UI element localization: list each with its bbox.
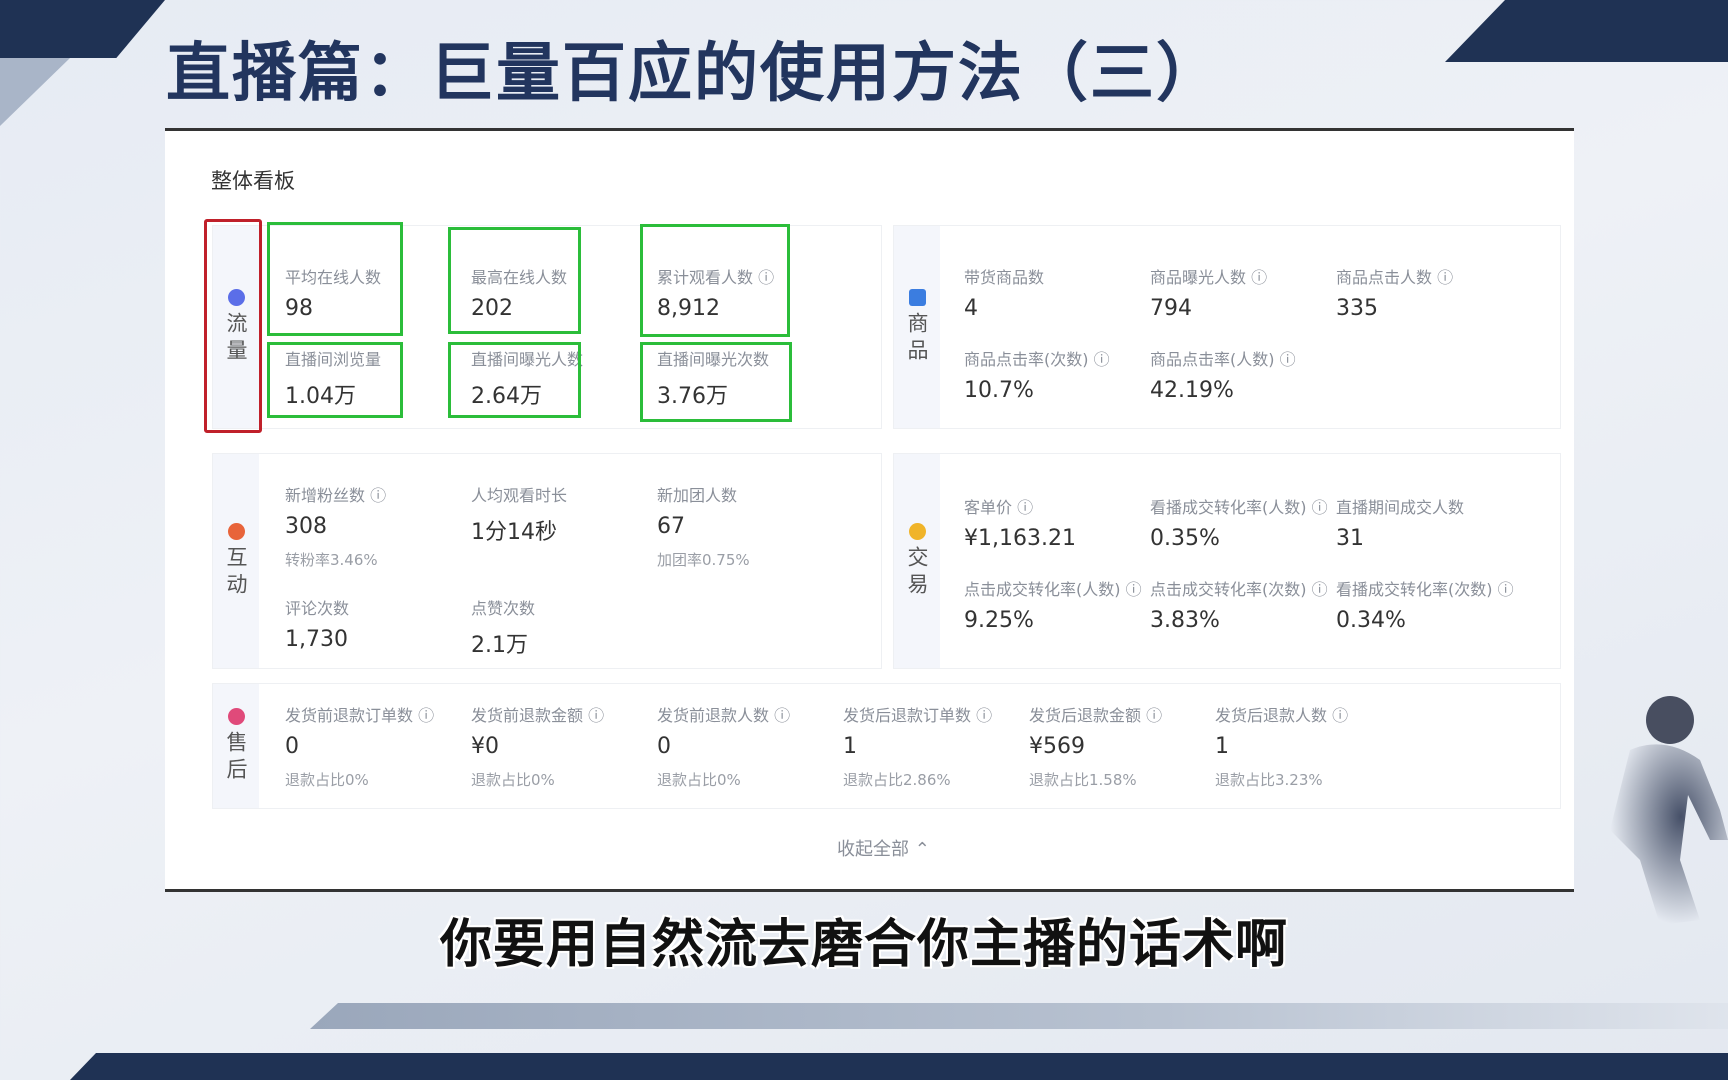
aftersale-panel: 售后 发货前退款订单数 ⓘ 0 退款占比0% 发货前退款金额 ⓘ ¥0 退款占比0% 发… <box>212 683 1561 809</box>
category-label: 售后 <box>224 730 248 785</box>
product-category: 商品 <box>894 226 940 428</box>
category-label: 商品 <box>905 311 929 366</box>
aftersale-category: 售后 <box>213 684 259 808</box>
collapse-all-button[interactable]: 收起全部 ⌃ <box>837 835 930 861</box>
metric-refund-users-before: 发货前退款人数 ⓘ 0 退款占比0% <box>657 706 791 789</box>
metric-new-group: 新加团人数 67 加团率0.75% <box>657 486 750 569</box>
interaction-panel: 互动 新增粉丝数 ⓘ 308 转粉率3.46% 人均观看时长 1分14秒 新加团人数 6… <box>212 453 882 669</box>
metric-click-conversion-count: 点击成交转化率(次数) ⓘ 3.83% <box>1150 580 1328 633</box>
trade-icon <box>908 522 926 540</box>
dashboard-screenshot: 整体看板 流量 平均在线人数 98 最高在线人数 202 累计观看人数 ⓘ 8,912… <box>165 128 1574 892</box>
category-label: 交易 <box>905 545 929 600</box>
metric-product-count: 带货商品数 4 <box>964 268 1045 321</box>
metric-ctr-users: 商品点击率(人数) ⓘ 42.19% <box>1150 350 1296 403</box>
metric-ctr-count: 商品点击率(次数) ⓘ 10.7% <box>964 350 1110 403</box>
skier-image <box>1610 696 1728 925</box>
metric-refund-orders-before: 发货前退款订单数 ⓘ 0 退款占比0% <box>285 706 435 789</box>
metric-product-exposure: 商品曝光人数 ⓘ 794 <box>1150 268 1268 321</box>
trade-panel: 交易 客单价 ⓘ ¥1,163.21 看播成交转化率(人数) ⓘ 0.35% 直播期… <box>893 453 1561 669</box>
metric-new-followers: 新增粉丝数 ⓘ 308 转粉率3.46% <box>285 486 387 569</box>
metric-comments: 评论次数 1,730 <box>285 599 350 652</box>
interaction-icon <box>227 522 245 540</box>
metric-product-clicks: 商品点击人数 ⓘ 335 <box>1336 268 1454 321</box>
product-panel: 商品 带货商品数 4 商品曝光人数 ⓘ 794 商品点击人数 ⓘ 335 商品点击率(… <box>893 225 1561 429</box>
metric-refund-users-after: 发货后退款人数 ⓘ 1 退款占比3.23% <box>1215 706 1349 789</box>
metric-avg-watch-time: 人均观看时长 1分14秒 <box>471 486 568 545</box>
product-icon <box>908 288 926 306</box>
highlight-box <box>640 342 792 422</box>
bottom-stripe <box>310 1003 1728 1029</box>
highlight-box <box>448 227 581 334</box>
metric-click-conversion-users: 点击成交转化率(人数) ⓘ 9.25% <box>964 580 1142 633</box>
subtitle-caption: 你要用自然流去磨合你主播的话术啊 <box>439 915 1288 975</box>
aftersale-icon <box>227 707 245 725</box>
interaction-category: 互动 <box>213 454 259 668</box>
metric-view-conversion-count: 看播成交转化率(次数) ⓘ 0.34% <box>1336 580 1514 633</box>
metric-view-conversion-users: 看播成交转化率(人数) ⓘ 0.35% <box>1150 498 1328 551</box>
corner-decoration <box>0 58 70 126</box>
bottom-stripe <box>70 1053 1728 1080</box>
highlight-box <box>640 224 790 337</box>
metric-likes: 点赞次数 2.1万 <box>471 599 536 658</box>
highlight-box <box>448 342 581 418</box>
corner-decoration <box>1445 0 1728 62</box>
slide-title: 直播篇：巨量百应的使用方法（三） <box>166 37 1222 111</box>
highlight-box <box>267 222 403 336</box>
metric-refund-amount-before: 发货前退款金额 ⓘ ¥0 退款占比0% <box>471 706 605 789</box>
metric-refund-orders-after: 发货后退款订单数 ⓘ 1 退款占比2.86% <box>843 706 993 789</box>
category-label: 互动 <box>224 545 248 600</box>
corner-decoration <box>0 0 166 58</box>
metric-unit-price: 客单价 ⓘ ¥1,163.21 <box>964 498 1076 551</box>
metric-refund-amount-after: 发货后退款金额 ⓘ ¥569 退款占比1.58% <box>1029 706 1163 789</box>
traffic-highlight-box <box>204 219 262 433</box>
metric-buyers: 直播期间成交人数 31 <box>1336 498 1465 551</box>
highlight-box <box>267 342 403 418</box>
trade-category: 交易 <box>894 454 940 668</box>
board-title: 整体看板 <box>211 169 295 193</box>
